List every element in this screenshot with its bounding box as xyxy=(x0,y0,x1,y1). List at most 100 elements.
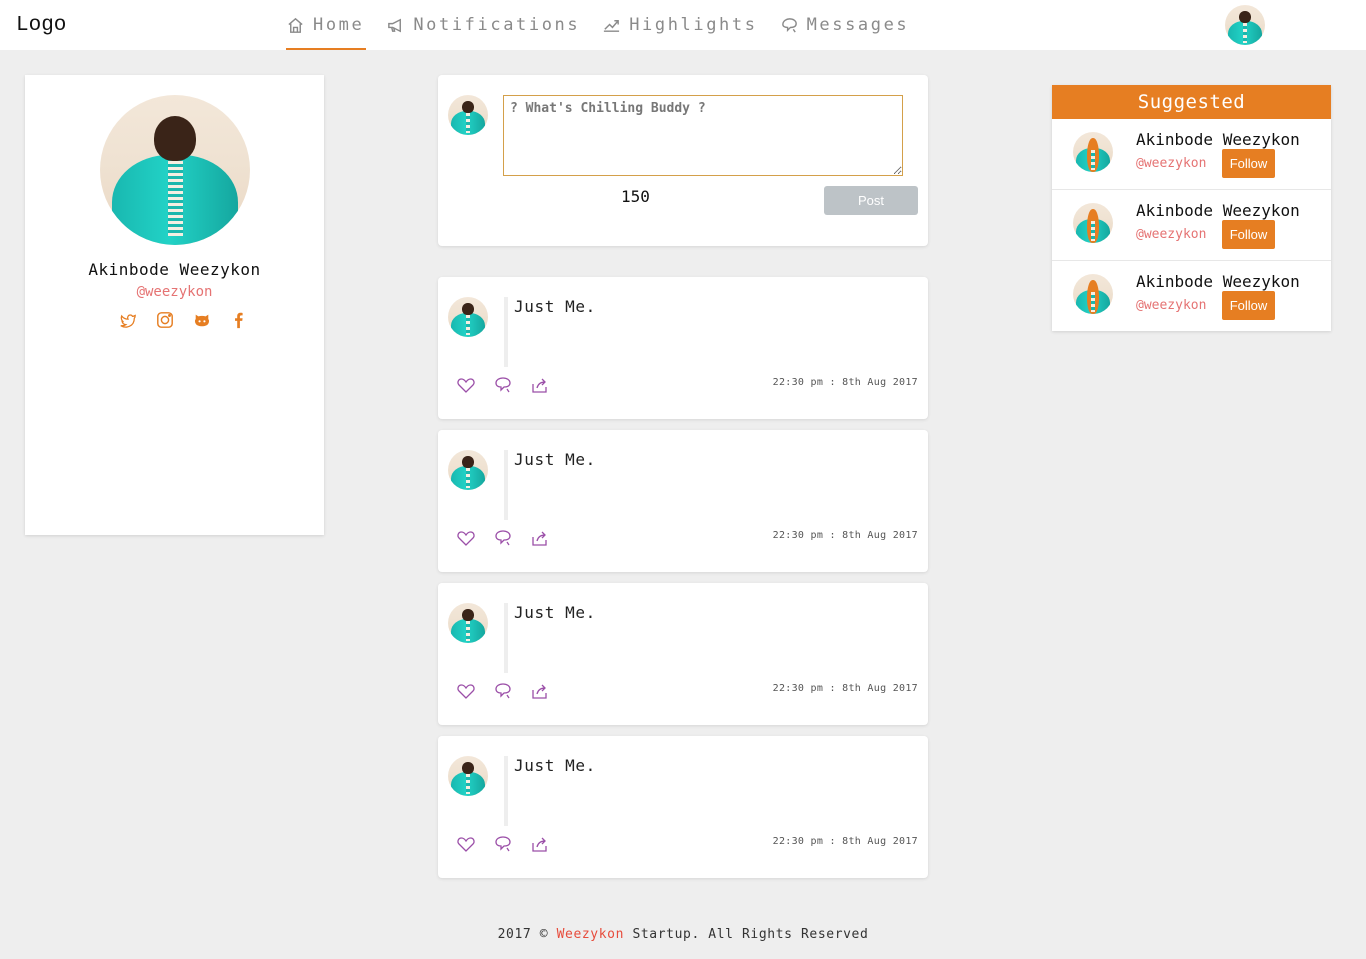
megaphone-icon xyxy=(388,18,402,32)
share-icon xyxy=(532,378,547,393)
compose-box: 150 Post xyxy=(438,75,928,246)
share-button[interactable] xyxy=(530,375,567,395)
heart-icon xyxy=(457,531,475,546)
heart-icon xyxy=(457,684,475,699)
comment-icon xyxy=(495,683,511,699)
nav-messages[interactable]: Messages xyxy=(780,0,910,50)
profile-card: Akinbode Weezykon @weezykon xyxy=(25,75,324,535)
main-nav: Home Notifications Highlights Messages xyxy=(286,0,931,50)
post-avatar[interactable] xyxy=(448,450,488,490)
nav-highlights[interactable]: Highlights xyxy=(602,0,757,50)
share-button[interactable] xyxy=(530,528,567,548)
feed-post: Just Me. 22:30 pm : 8th Aug 2017 xyxy=(438,277,928,419)
suggested-user: Akinbode Weezykon @weezykon Follow xyxy=(1052,119,1331,190)
nav-highlights-label: Highlights xyxy=(629,15,758,35)
post-actions xyxy=(456,834,567,854)
user-avatar[interactable] xyxy=(1225,5,1265,45)
share-icon xyxy=(532,684,547,699)
footer-copyright: 2017 © xyxy=(497,927,549,942)
heart-icon xyxy=(457,837,475,852)
post-divider xyxy=(504,297,508,367)
github-icon xyxy=(194,314,209,327)
nav-home[interactable]: Home xyxy=(286,0,367,50)
post-button[interactable]: Post xyxy=(824,186,918,215)
share-button[interactable] xyxy=(530,834,567,854)
like-button[interactable] xyxy=(456,681,493,701)
github-link[interactable] xyxy=(183,311,220,331)
twitter-link[interactable] xyxy=(109,311,146,331)
footer-rights: Startup. All Rights Reserved xyxy=(632,927,869,942)
post-avatar[interactable] xyxy=(448,297,488,337)
suggested-avatar[interactable] xyxy=(1073,203,1113,243)
follow-button[interactable]: Follow xyxy=(1222,220,1275,249)
post-actions xyxy=(456,375,567,395)
share-button[interactable] xyxy=(530,681,567,701)
footer: 2017 © Weezykon Startup. All Rights Rese… xyxy=(0,927,1366,942)
footer-brand-link[interactable]: Weezykon xyxy=(557,927,624,942)
post-text: Just Me. xyxy=(514,603,596,622)
suggested-user: Akinbode Weezykon @weezykon Follow xyxy=(1052,261,1331,332)
nav-messages-label: Messages xyxy=(806,15,910,35)
post-timestamp: 22:30 pm : 8th Aug 2017 xyxy=(772,530,918,541)
post-timestamp: 22:30 pm : 8th Aug 2017 xyxy=(772,836,918,847)
share-icon xyxy=(532,837,547,852)
post-timestamp: 22:30 pm : 8th Aug 2017 xyxy=(772,683,918,694)
comment-icon xyxy=(495,377,511,393)
post-avatar[interactable] xyxy=(448,756,488,796)
compose-avatar xyxy=(448,95,488,135)
comment-button[interactable] xyxy=(493,528,530,548)
comment-button[interactable] xyxy=(493,375,530,395)
logo[interactable]: Logo xyxy=(16,14,66,37)
comment-button[interactable] xyxy=(493,834,530,854)
feed-post: Just Me. 22:30 pm : 8th Aug 2017 xyxy=(438,583,928,725)
suggested-title: Suggested xyxy=(1052,85,1331,119)
comment-icon xyxy=(495,836,511,852)
suggested-name[interactable]: Akinbode Weezykon xyxy=(1136,272,1300,291)
suggested-avatar[interactable] xyxy=(1073,274,1113,314)
home-icon xyxy=(288,17,303,33)
share-icon xyxy=(532,531,547,546)
profile-handle[interactable]: @weezykon xyxy=(25,284,324,300)
suggested-handle: @weezykon xyxy=(1136,156,1207,171)
feed-post: Just Me. 22:30 pm : 8th Aug 2017 xyxy=(438,430,928,572)
post-divider xyxy=(504,450,508,520)
heart-icon xyxy=(457,378,475,393)
trend-icon xyxy=(604,19,620,32)
suggested-avatar[interactable] xyxy=(1073,132,1113,172)
nav-notifications[interactable]: Notifications xyxy=(386,0,580,50)
comment-button[interactable] xyxy=(493,681,530,701)
top-navbar: Logo Home Notifications Highlights Messa… xyxy=(0,0,1366,50)
suggested-handle: @weezykon xyxy=(1136,227,1207,242)
post-text: Just Me. xyxy=(514,450,596,469)
feed-post: Just Me. 22:30 pm : 8th Aug 2017 xyxy=(438,736,928,878)
suggested-user: Akinbode Weezykon @weezykon Follow xyxy=(1052,190,1331,261)
instagram-icon xyxy=(156,312,173,328)
chat-icon xyxy=(781,17,797,33)
like-button[interactable] xyxy=(456,528,493,548)
post-timestamp: 22:30 pm : 8th Aug 2017 xyxy=(772,377,918,388)
post-divider xyxy=(504,756,508,826)
facebook-link[interactable] xyxy=(220,311,257,331)
instagram-link[interactable] xyxy=(146,311,183,331)
follow-button[interactable]: Follow xyxy=(1222,291,1275,320)
post-actions xyxy=(456,681,567,701)
profile-avatar xyxy=(100,95,250,245)
nav-home-label: Home xyxy=(313,15,365,35)
nav-notifications-label: Notifications xyxy=(413,15,581,35)
suggested-panel: Suggested Akinbode Weezykon @weezykon Fo… xyxy=(1052,85,1331,331)
facebook-icon xyxy=(234,312,243,329)
suggested-name[interactable]: Akinbode Weezykon xyxy=(1136,201,1300,220)
profile-name: Akinbode Weezykon xyxy=(88,260,261,279)
post-actions xyxy=(456,528,567,548)
post-text: Just Me. xyxy=(514,756,596,775)
suggested-handle: @weezykon xyxy=(1136,298,1207,313)
suggested-name[interactable]: Akinbode Weezykon xyxy=(1136,130,1300,149)
follow-button[interactable]: Follow xyxy=(1222,149,1275,178)
like-button[interactable] xyxy=(456,834,493,854)
like-button[interactable] xyxy=(456,375,493,395)
compose-input[interactable] xyxy=(503,95,903,176)
post-avatar[interactable] xyxy=(448,603,488,643)
post-text: Just Me. xyxy=(514,297,596,316)
twitter-icon xyxy=(119,314,136,328)
post-divider xyxy=(504,603,508,673)
